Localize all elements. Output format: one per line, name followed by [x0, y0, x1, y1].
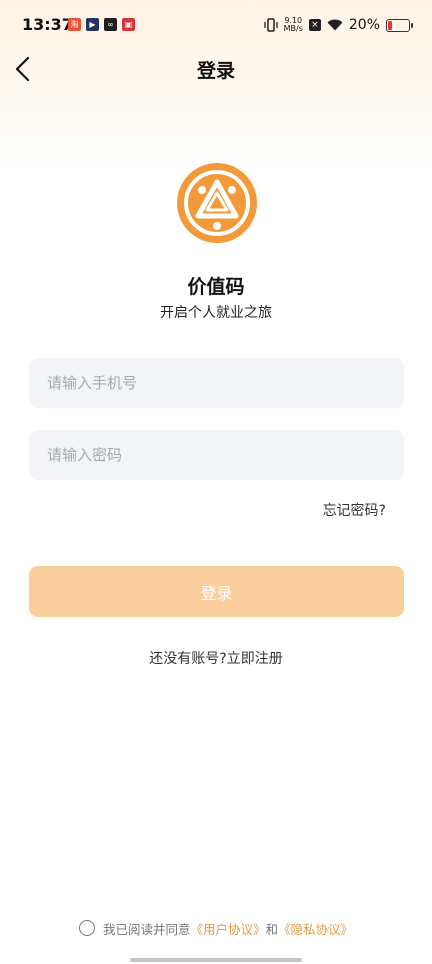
app-icon: ▣ [122, 18, 135, 31]
page-title: 登录 [196, 60, 235, 82]
privacy-policy-link[interactable]: 《隐私协议》 [278, 919, 353, 938]
sim-off-icon: × [308, 19, 321, 31]
battery-level [388, 20, 392, 30]
agreement-row: 我已阅读并同意 《用户协议》 和 《隐私协议》 [0, 918, 432, 938]
app-name: 价值码 [187, 276, 245, 298]
taobao-icon: 淘 [68, 18, 81, 31]
battery-percent: 20% [348, 17, 380, 33]
link-app-icon: ∞ [104, 18, 117, 31]
app-logo [177, 163, 257, 243]
status-bar: 13:37 淘 ▶ ∞ ▣ 9.10 MB/s × 20% [0, 0, 432, 50]
phone-input[interactable] [29, 358, 404, 408]
agreement-prefix: 我已阅读并同意 [102, 921, 191, 937]
forgot-password-link[interactable]: 忘记密码? [323, 500, 386, 520]
login-button[interactable]: 登录 [29, 566, 404, 617]
status-time: 13:37 [22, 15, 73, 34]
agreement-conjunction: 和 [265, 921, 279, 937]
vibrate-icon [263, 18, 278, 32]
status-indicators: 9.10 MB/s × 20% [263, 14, 413, 36]
video-app-icon: ▶ [86, 18, 99, 31]
agreement-checkbox[interactable] [78, 920, 95, 936]
battery-icon [386, 18, 413, 32]
network-speed: 9.10 MB/s [284, 17, 303, 33]
network-speed-unit: MB/s [283, 24, 303, 33]
password-input[interactable] [29, 430, 404, 480]
wifi-icon [327, 19, 343, 31]
app-slogan: 开启个人就业之旅 [160, 305, 272, 321]
user-agreement-link[interactable]: 《用户协议》 [190, 919, 265, 938]
register-link[interactable]: 还没有账号?立即注册 [0, 648, 432, 668]
home-indicator[interactable] [130, 958, 302, 962]
